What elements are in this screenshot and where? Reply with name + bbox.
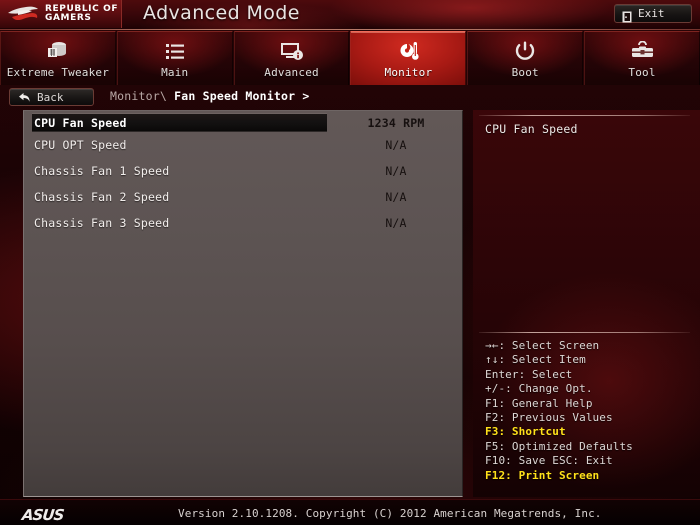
exit-door-icon bbox=[622, 8, 632, 22]
tab-label: Advanced bbox=[264, 66, 319, 79]
asus-logo: ASUS bbox=[21, 506, 65, 524]
legend-line: F1: General Help bbox=[485, 396, 593, 410]
back-arrow-icon bbox=[18, 88, 31, 107]
breadcrumb: Monitor\ Fan Speed Monitor > bbox=[110, 89, 309, 103]
legend-line: F2: Previous Values bbox=[485, 411, 613, 425]
list-icon bbox=[163, 39, 187, 63]
legend-line: F5: Optimized Defaults bbox=[485, 439, 633, 453]
legend-line: +/-: Change Opt. bbox=[485, 382, 593, 396]
setting-row[interactable]: Chassis Fan 1 Speed N/A bbox=[24, 158, 462, 184]
power-icon bbox=[514, 39, 536, 63]
setting-value: 1234 RPM bbox=[367, 115, 425, 130]
title-bar: REPUBLIC OF GAMERS Advanced Mode Exit bbox=[0, 0, 700, 30]
back-button-label: Back bbox=[37, 90, 64, 104]
fan-thermometer-icon bbox=[396, 39, 421, 63]
tab-tool[interactable]: Tool bbox=[584, 31, 700, 85]
legend-line: Enter: Select bbox=[485, 367, 573, 381]
setting-value: N/A bbox=[385, 164, 407, 178]
tab-label: Boot bbox=[511, 66, 539, 79]
help-sidebar: CPU Fan Speed →←: Select Screen ↑↓: Selec… bbox=[473, 110, 700, 497]
tab-boot[interactable]: Boot bbox=[467, 31, 584, 85]
status-bar: ASUS Version 2.10.1208. Copyright (C) 20… bbox=[0, 499, 700, 525]
rog-eye-icon bbox=[6, 4, 40, 24]
setting-label: CPU Fan Speed bbox=[34, 115, 127, 130]
tab-label: Monitor bbox=[384, 66, 433, 79]
legend-line: F10: Save ESC: Exit bbox=[485, 454, 613, 468]
legend-line: →←: Select Screen bbox=[485, 339, 600, 352]
tweaker-icon bbox=[46, 39, 70, 63]
tab-label: Extreme Tweaker bbox=[6, 66, 110, 79]
tab-main[interactable]: Main bbox=[116, 31, 233, 85]
navigation-bar: Back Monitor\ Fan Speed Monitor > bbox=[0, 86, 700, 109]
setting-label: Chassis Fan 3 Speed bbox=[34, 216, 170, 230]
setting-row[interactable]: CPU OPT Speed N/A bbox=[24, 132, 462, 158]
setting-row[interactable]: Chassis Fan 3 Speed N/A bbox=[24, 210, 462, 236]
legend-line: F3: Shortcut bbox=[485, 425, 566, 439]
monitor-info-icon bbox=[280, 39, 304, 63]
toolbox-icon bbox=[630, 39, 655, 63]
legend-line: F12: Print Screen bbox=[485, 468, 600, 482]
exit-button-label: Exit bbox=[638, 7, 665, 20]
settings-panel: CPU Fan Speed 1234 RPM CPU OPT Speed N/A Cha… bbox=[23, 110, 463, 497]
tab-label: Tool bbox=[628, 66, 656, 79]
exit-button[interactable]: Exit bbox=[614, 4, 692, 23]
main-tab-bar: Extreme Tweaker Main Advanced Monitor Boot To… bbox=[0, 31, 700, 86]
breadcrumb-current: Fan Speed Monitor > bbox=[174, 89, 310, 103]
setting-label: Chassis Fan 1 Speed bbox=[34, 164, 170, 178]
page-title: Advanced Mode bbox=[143, 2, 300, 24]
tab-advanced[interactable]: Advanced bbox=[233, 31, 350, 85]
setting-value: N/A bbox=[385, 216, 407, 230]
setting-value: N/A bbox=[385, 190, 407, 204]
setting-value: N/A bbox=[385, 138, 407, 152]
rog-brand-line2: GAMERS bbox=[45, 13, 92, 23]
setting-label: CPU OPT Speed bbox=[34, 138, 127, 152]
tab-label: Main bbox=[161, 66, 189, 79]
setting-row[interactable]: Chassis Fan 2 Speed N/A bbox=[24, 184, 462, 210]
help-description: CPU Fan Speed bbox=[485, 122, 578, 136]
setting-row-selected[interactable]: CPU Fan Speed 1234 RPM bbox=[32, 113, 424, 132]
bios-screen: REPUBLIC OF GAMERS Advanced Mode Exit Ex… bbox=[0, 0, 700, 525]
rog-logo: REPUBLIC OF GAMERS bbox=[0, 0, 122, 28]
back-button[interactable]: Back bbox=[9, 88, 94, 106]
help-divider-bottom bbox=[479, 332, 690, 333]
tab-monitor[interactable]: Monitor bbox=[350, 31, 467, 85]
breadcrumb-parent[interactable]: Monitor\ bbox=[110, 89, 167, 103]
version-text: Version 2.10.1208. Copyright (C) 2012 Am… bbox=[178, 507, 602, 520]
legend-line: ↑↓: Select Item bbox=[485, 353, 586, 367]
help-divider-top bbox=[479, 115, 690, 116]
tab-extreme-tweaker[interactable]: Extreme Tweaker bbox=[0, 31, 116, 85]
setting-label: Chassis Fan 2 Speed bbox=[34, 190, 170, 204]
key-legend: →←: Select Screen ↑↓: Select Item Enter: S… bbox=[485, 339, 694, 483]
